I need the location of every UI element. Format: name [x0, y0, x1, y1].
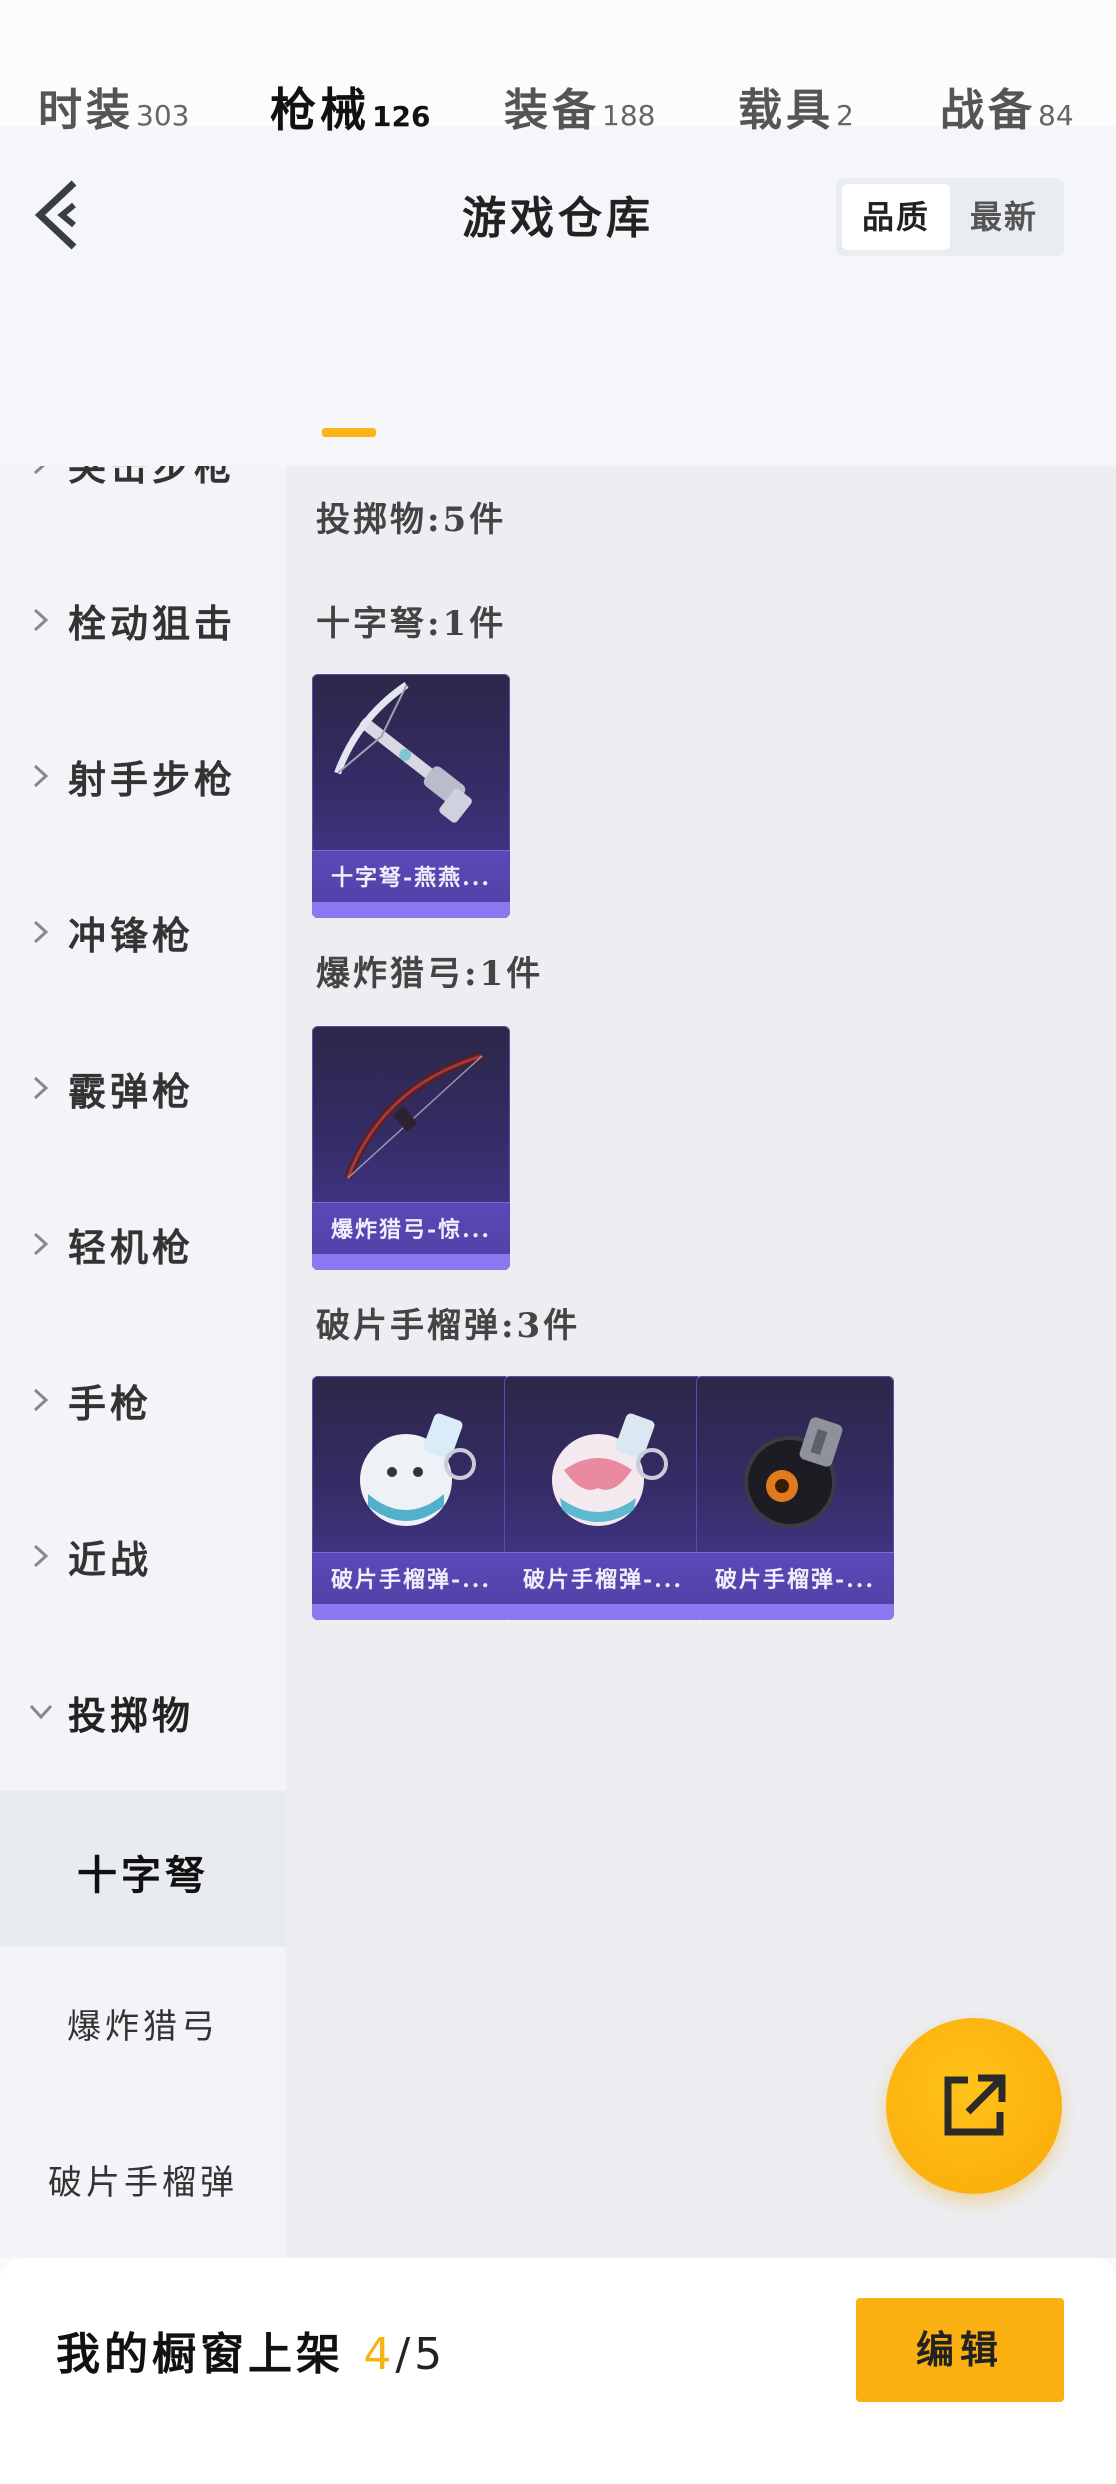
tab-label: 时装 [38, 85, 134, 136]
tab-tactical[interactable]: 战备84 [940, 74, 1074, 138]
chevron-right-icon [33, 920, 49, 944]
section-title-frag-grenade: 破片手榴弹:3件 [316, 1306, 581, 1346]
tab-label: 枪械 [270, 83, 370, 137]
category-summary: 投掷物:5件 [316, 500, 507, 540]
item-card[interactable]: 破片手榴弹-... [312, 1376, 510, 1620]
sidebar-subitem-label: 破片手榴弹 [48, 2163, 238, 2203]
sidebar-item-label: 栓动狙击 [68, 601, 237, 646]
grenade-black-icon [744, 1417, 843, 1528]
category-sidebar[interactable]: 突击步枪 栓动狙击 射手步枪 冲锋枪 霰弹枪 轻机枪 手枪 近战 投掷物 十字弩… [0, 466, 286, 2258]
tab-vehicles[interactable]: 载具2 [738, 74, 854, 138]
sidebar-item-pistol[interactable]: 手枪 [0, 1323, 286, 1479]
rarity-bar [312, 1604, 510, 1620]
grenade-white-icon [360, 1413, 476, 1526]
sidebar-item-label: 突击步枪 [68, 466, 237, 489]
chevron-right-icon [33, 1232, 49, 1256]
showcase-current-count: 4 [363, 2329, 396, 2380]
tab-count: 303 [136, 99, 190, 132]
tab-equipment[interactable]: 装备188 [504, 74, 655, 138]
item-card[interactable]: 破片手榴弹-... [504, 1376, 702, 1620]
item-card[interactable]: 破片手榴弹-... [696, 1376, 894, 1620]
rarity-bar [312, 902, 510, 918]
chevron-right-icon [33, 1076, 49, 1100]
sidebar-subitem-frag-grenade[interactable]: 破片手榴弹 [0, 2103, 286, 2258]
sidebar-item-shotgun[interactable]: 霰弹枪 [0, 1011, 286, 1167]
showcase-label: 我的橱窗上架 [56, 2329, 344, 2380]
sidebar-item-lmg[interactable]: 轻机枪 [0, 1167, 286, 1323]
sidebar-item-marksman-rifle[interactable]: 射手步枪 [0, 699, 286, 855]
section-title-crossbow: 十字弩:1件 [316, 604, 507, 644]
tab-firearms[interactable]: 枪械126 [270, 74, 430, 140]
tab-count: 84 [1038, 99, 1074, 132]
rarity-bar [696, 1604, 894, 1620]
item-card[interactable]: 十字弩-燕燕... [312, 674, 510, 918]
showcase-status: 我的橱窗上架 4/5 [56, 2318, 446, 2382]
sidebar-subitem-label: 爆炸猎弓 [67, 2007, 219, 2047]
sidebar-item-label: 近战 [68, 1537, 153, 1582]
chevron-right-icon [33, 764, 49, 788]
section-title-explosive-bow: 爆炸猎弓:1件 [316, 954, 544, 994]
showcase-max-count: 5 [414, 2329, 447, 2380]
chevron-right-icon [33, 1544, 49, 1568]
sidebar-item-label: 投掷物 [68, 1693, 195, 1738]
sidebar-item-label: 手枪 [68, 1381, 153, 1426]
tab-count: 188 [602, 99, 656, 132]
sidebar-item-throwables[interactable]: 投掷物 [0, 1635, 286, 1791]
showcase-separator: / [395, 2329, 415, 2380]
item-name: 破片手榴弹-... [522, 1567, 684, 1593]
sidebar-item-assault-rifle[interactable]: 突击步枪 [0, 466, 286, 542]
item-name: 十字弩-燕燕... [330, 865, 492, 891]
sidebar-item-bolt-sniper[interactable]: 栓动狙击 [0, 543, 286, 699]
rarity-bar [312, 1254, 510, 1270]
sidebar-item-label: 冲锋枪 [68, 913, 195, 958]
sidebar-subitem-label: 十字弩 [77, 1852, 209, 1899]
item-name: 破片手榴弹-... [714, 1567, 876, 1593]
rarity-bar [504, 1604, 702, 1620]
sort-quality-option[interactable]: 品质 [842, 184, 950, 250]
share-fab-button[interactable] [886, 2018, 1062, 2194]
grenade-pink-icon [552, 1413, 668, 1526]
tab-count: 126 [372, 100, 431, 133]
sidebar-item-label: 射手步枪 [68, 757, 237, 802]
chevron-right-icon [33, 608, 49, 632]
sidebar-item-label: 霰弹枪 [68, 1069, 195, 1114]
active-tab-indicator [322, 428, 376, 437]
sidebar-item-melee[interactable]: 近战 [0, 1479, 286, 1635]
bow-icon [344, 1052, 484, 1180]
tab-label: 载具 [738, 85, 834, 136]
sort-latest-option[interactable]: 最新 [950, 184, 1058, 250]
sidebar-item-smg[interactable]: 冲锋枪 [0, 855, 286, 1011]
tab-label: 战备 [940, 85, 1036, 136]
item-name: 爆炸猎弓-惊... [330, 1217, 492, 1243]
category-tabs [0, 276, 1116, 466]
tab-fashion[interactable]: 时装303 [38, 74, 189, 138]
external-link-icon [944, 2074, 1006, 2136]
tab-label: 装备 [504, 85, 600, 136]
item-name: 破片手榴弹-... [330, 1567, 492, 1593]
sidebar-item-label: 轻机枪 [68, 1225, 195, 1270]
chevron-right-icon [33, 466, 45, 475]
sidebar-subitem-explosive-bow[interactable]: 爆炸猎弓 [0, 1947, 286, 2103]
chevron-right-icon [33, 1388, 49, 1412]
item-card[interactable]: 爆炸猎弓-惊... [312, 1026, 510, 1270]
tab-count: 2 [836, 99, 854, 132]
sort-toggle: 品质 最新 [836, 178, 1064, 256]
chevron-down-icon [29, 1704, 53, 1720]
edit-button[interactable]: 编辑 [856, 2298, 1064, 2402]
crossbow-icon [334, 682, 472, 823]
sidebar-subitem-crossbow[interactable]: 十字弩 [0, 1791, 286, 1947]
